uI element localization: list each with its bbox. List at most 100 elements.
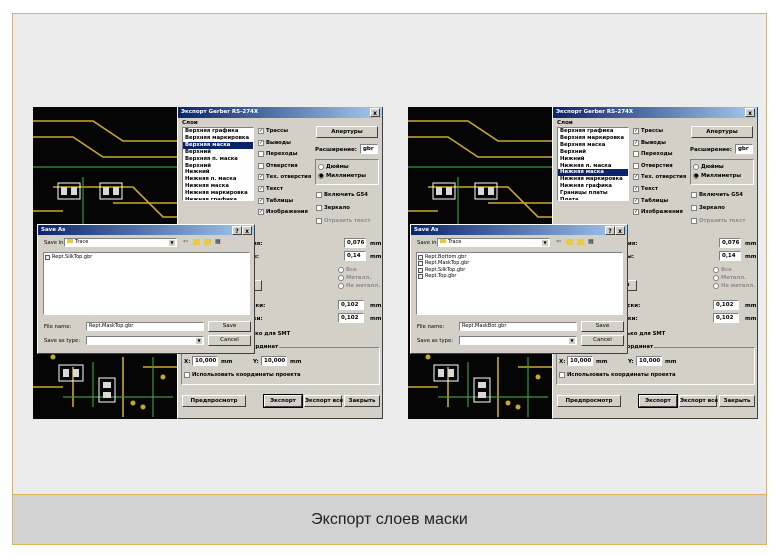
use-project-coords-checkbox[interactable]: Использовать координаты проекта bbox=[559, 372, 676, 378]
layer-item[interactable]: Верхняя п. маска bbox=[183, 156, 253, 163]
help-icon[interactable]: ? bbox=[605, 226, 615, 235]
layer-item[interactable]: Нижняя графика bbox=[558, 183, 628, 190]
save-as-titlebar[interactable]: Save As? x bbox=[38, 225, 254, 235]
output-option-checkbox[interactable]: Отразить текст bbox=[316, 218, 370, 224]
layers-list[interactable]: Верхняя графика Верхняя маркировка Верхняя… bbox=[557, 127, 629, 201]
gerber-dialog-titlebar[interactable]: Экспорт Gerber RS-274X x bbox=[553, 107, 757, 118]
up-folder-icon[interactable] bbox=[193, 239, 200, 245]
layer-item[interactable]: Верхний bbox=[183, 149, 253, 156]
help-icon[interactable]: ? bbox=[232, 226, 242, 235]
export-all-button[interactable]: Экспорт все bbox=[679, 395, 718, 407]
layer-item[interactable]: Нижняя п. маска bbox=[183, 176, 253, 183]
preview-button[interactable]: Предпросмотр bbox=[557, 395, 621, 407]
units-radio[interactable]: Дюймы bbox=[318, 164, 349, 170]
units-radio[interactable]: Дюймы bbox=[693, 164, 724, 170]
solder-mask-input[interactable]: 0,102 bbox=[338, 300, 364, 310]
element-checkbox[interactable]: Переходы bbox=[258, 151, 298, 158]
save-in-select[interactable]: Trace ▼ bbox=[64, 238, 177, 247]
element-checkbox[interactable]: ✓ Таблицы bbox=[633, 197, 668, 204]
file-item[interactable]: Rept.Top.gbr bbox=[418, 273, 621, 279]
extension-input[interactable]: gbr bbox=[360, 144, 378, 154]
file-list[interactable]: Rept.SilkTop.gbr bbox=[43, 252, 250, 315]
filename-input[interactable]: Rept.MaskBot.gbr bbox=[459, 322, 577, 331]
hole-radio[interactable]: Все bbox=[713, 267, 732, 273]
close-icon[interactable]: x bbox=[615, 226, 625, 235]
cancel-button[interactable]: Cancel bbox=[581, 335, 624, 346]
output-option-checkbox[interactable]: Зеркало bbox=[691, 205, 725, 211]
element-checkbox[interactable]: ✓ Текст bbox=[633, 186, 658, 192]
layer-item[interactable]: Границы платы bbox=[558, 190, 628, 197]
save-type-select[interactable]: ▼ bbox=[459, 336, 577, 345]
file-list[interactable]: Rept.Bottom.gbr Rept.MaskTop.gbr Rept.Silk… bbox=[416, 252, 623, 315]
layer-item[interactable]: Верхняя маркировка bbox=[183, 135, 253, 142]
use-project-coords-checkbox[interactable]: Использовать координаты проекта bbox=[184, 372, 301, 378]
units-radio[interactable]: ● Миллиметры bbox=[318, 173, 366, 179]
y-offset-input[interactable]: 10,000 bbox=[636, 356, 662, 366]
hole-radio[interactable]: Металл. bbox=[338, 275, 371, 281]
view-menu-icon[interactable]: ▦ bbox=[215, 238, 221, 245]
layer-item[interactable]: Нижний bbox=[183, 169, 253, 176]
export-all-button[interactable]: Экспорт все bbox=[304, 395, 343, 407]
new-folder-icon[interactable] bbox=[577, 239, 584, 245]
export-button[interactable]: Экспорт bbox=[263, 394, 303, 408]
element-checkbox[interactable]: Отверстия bbox=[258, 162, 298, 169]
element-checkbox[interactable]: ✓ Тех. отверстия bbox=[633, 174, 686, 181]
hole-radio[interactable]: Не металл. bbox=[713, 283, 755, 289]
element-checkbox[interactable]: ✓ Изображения bbox=[633, 209, 683, 216]
element-checkbox[interactable]: ✓ Текст bbox=[258, 186, 283, 192]
close-icon[interactable]: x bbox=[370, 108, 380, 117]
element-checkbox[interactable]: ✓ Трассы bbox=[633, 128, 663, 134]
close-icon[interactable]: x bbox=[745, 108, 755, 117]
element-checkbox[interactable]: ✓ Изображения bbox=[258, 209, 308, 216]
save-as-titlebar[interactable]: Save As? x bbox=[411, 225, 627, 235]
layer-item[interactable]: Нижняя графика bbox=[183, 197, 253, 200]
hole-radio[interactable]: Все bbox=[338, 267, 357, 273]
layer-item[interactable]: Нижняя п. маска bbox=[558, 163, 628, 170]
save-button[interactable]: Save bbox=[208, 321, 251, 332]
layer-item[interactable]: Верхняя маска bbox=[183, 141, 253, 149]
close-button[interactable]: Закрыть bbox=[719, 395, 755, 407]
gerber-dialog-titlebar[interactable]: Экспорт Gerber RS-274X x bbox=[178, 107, 382, 118]
border-input[interactable]: 0,14 bbox=[719, 251, 741, 261]
layer-item[interactable]: Верхняя маркировка bbox=[558, 135, 628, 142]
save-button[interactable]: Save bbox=[581, 321, 624, 332]
y-offset-input[interactable]: 10,000 bbox=[261, 356, 287, 366]
units-radio[interactable]: ● Миллиметры bbox=[693, 173, 741, 179]
output-option-checkbox[interactable]: Зеркало bbox=[316, 205, 350, 211]
hole-radio[interactable]: Не металл. bbox=[338, 283, 380, 289]
save-type-select[interactable]: ▼ bbox=[86, 336, 204, 345]
up-folder-icon[interactable] bbox=[566, 239, 573, 245]
apertures-button[interactable]: Апертуры bbox=[316, 126, 378, 138]
layer-item[interactable]: Верхний bbox=[558, 149, 628, 156]
x-offset-input[interactable]: 10,000 bbox=[192, 356, 218, 366]
filename-input[interactable]: Rept.MaskTop.gbr bbox=[86, 322, 204, 331]
layer-item[interactable]: Верхняя графика bbox=[183, 128, 253, 135]
element-checkbox[interactable]: Отверстия bbox=[633, 162, 673, 169]
view-menu-icon[interactable]: ▦ bbox=[588, 238, 594, 245]
element-checkbox[interactable]: ✓ Таблицы bbox=[258, 197, 293, 204]
paste-mask-input[interactable]: 0,102 bbox=[713, 313, 739, 323]
solder-mask-input[interactable]: 0,102 bbox=[713, 300, 739, 310]
close-button[interactable]: Закрыть bbox=[344, 395, 380, 407]
layer-item[interactable]: Нижняя маска bbox=[558, 169, 628, 177]
layer-item[interactable]: Нижняя маска bbox=[183, 183, 253, 190]
layer-item[interactable]: Нижний bbox=[558, 156, 628, 163]
element-checkbox[interactable]: Переходы bbox=[633, 151, 673, 158]
file-item[interactable]: Rept.SilkTop.gbr bbox=[45, 254, 248, 260]
new-folder-icon[interactable] bbox=[204, 239, 211, 245]
back-icon[interactable]: ⇦ bbox=[183, 238, 188, 245]
paste-mask-input[interactable]: 0,102 bbox=[338, 313, 364, 323]
back-icon[interactable]: ⇦ bbox=[556, 238, 561, 245]
output-option-checkbox[interactable]: Включить G54 bbox=[691, 192, 743, 198]
layers-list[interactable]: Верхняя графика Верхняя маркировка Верхняя… bbox=[182, 127, 254, 201]
element-checkbox[interactable]: ✓ Тех. отверстия bbox=[258, 174, 311, 181]
preview-button[interactable]: Предпросмотр bbox=[182, 395, 246, 407]
export-button[interactable]: Экспорт bbox=[638, 394, 678, 408]
border-input[interactable]: 0,14 bbox=[344, 251, 366, 261]
element-checkbox[interactable]: ✓ Трассы bbox=[258, 128, 288, 134]
extension-input[interactable]: gbr bbox=[735, 144, 753, 154]
output-option-checkbox[interactable]: Включить G54 bbox=[316, 192, 368, 198]
precision-input[interactable]: 0,076 bbox=[344, 238, 366, 248]
cancel-button[interactable]: Cancel bbox=[208, 335, 251, 346]
element-checkbox[interactable]: ✓ Выводы bbox=[258, 139, 291, 146]
